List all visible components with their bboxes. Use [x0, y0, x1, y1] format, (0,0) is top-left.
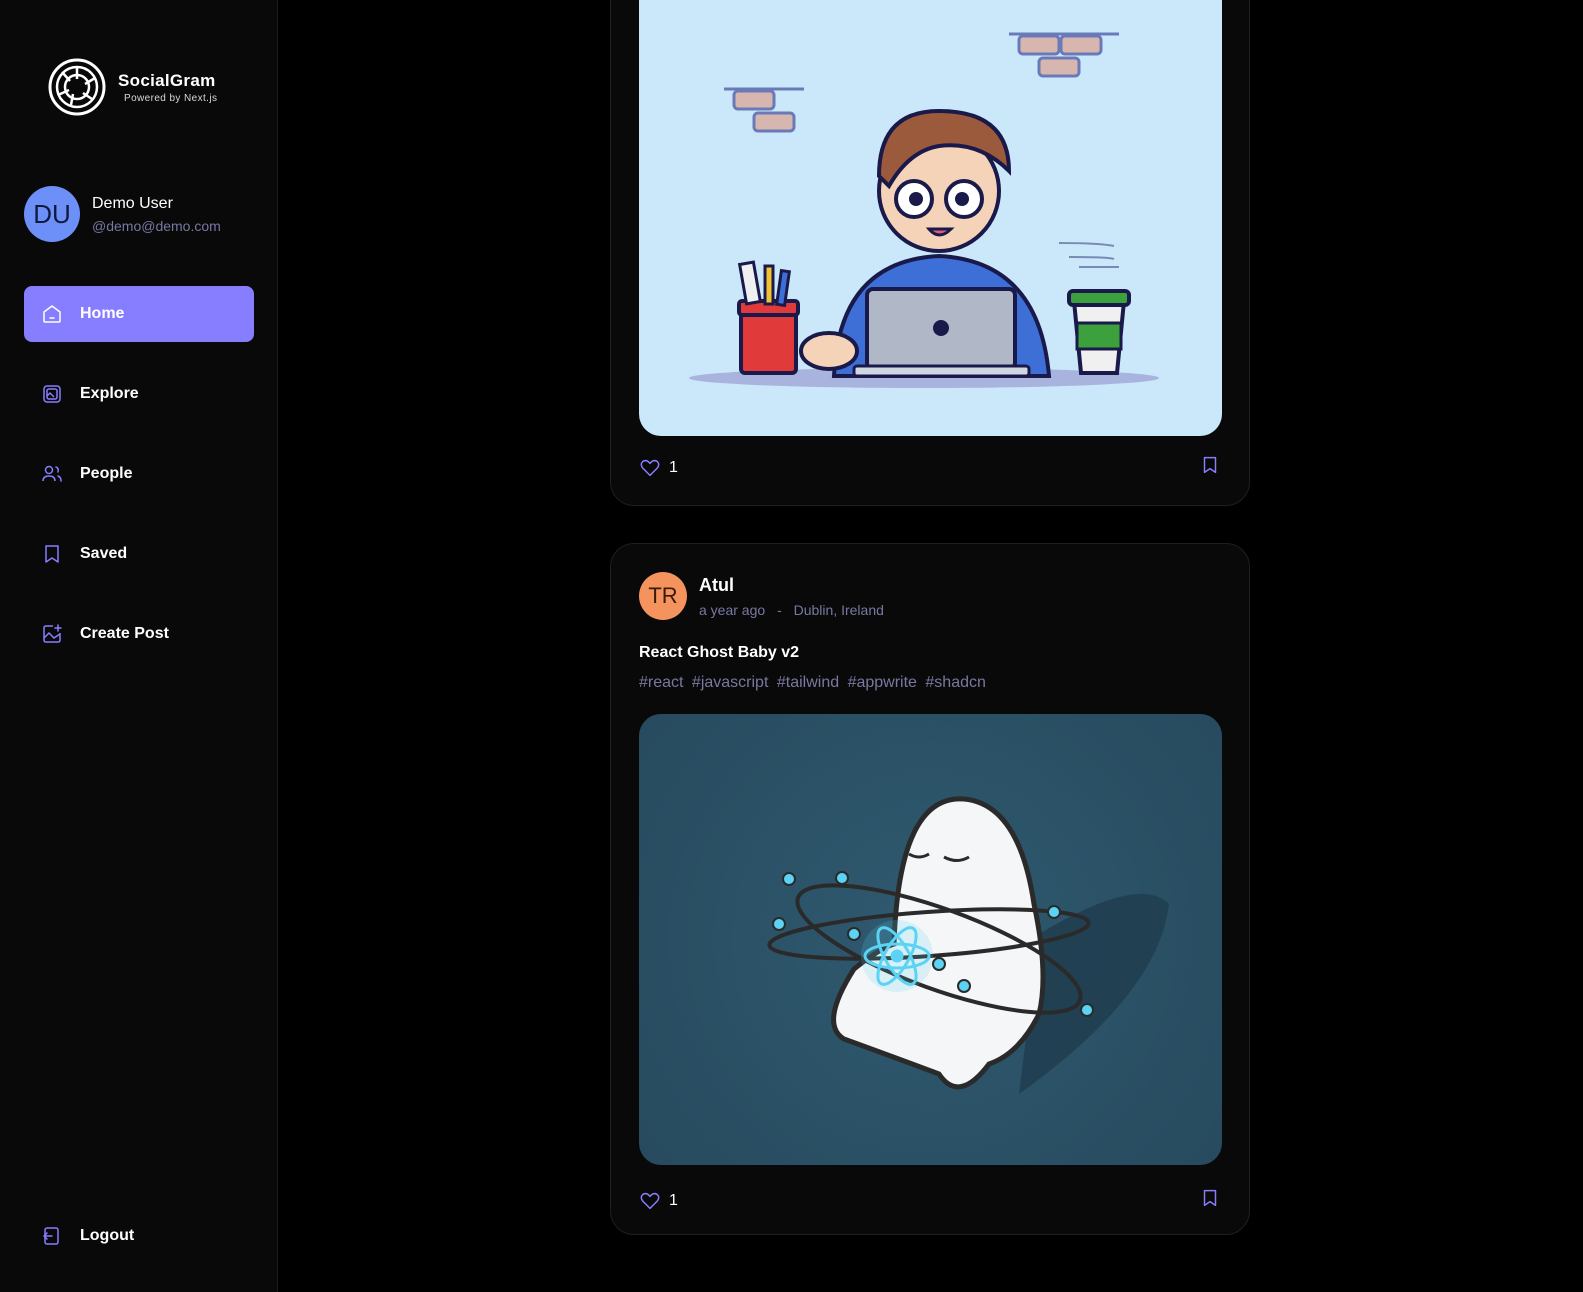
logout-label: Logout	[80, 1227, 135, 1244]
sidebar-item-label: People	[80, 465, 133, 482]
app-name: SocialGram	[118, 70, 216, 90]
sidebar-item-label: Home	[80, 305, 125, 322]
avatar: DU	[24, 186, 80, 242]
create-post-icon	[43, 624, 62, 643]
post-stats: 1	[639, 454, 1221, 481]
avatar: TR	[639, 572, 687, 620]
sidebar-item-label: Create Post	[80, 625, 169, 642]
bookmark-icon	[1203, 1189, 1217, 1207]
like-button[interactable]: 1	[639, 457, 678, 479]
people-icon	[42, 465, 62, 482]
post-tags: #react #javascript #tailwind #appwrite #…	[639, 674, 990, 692]
like-count: 1	[669, 1191, 678, 1209]
sidebar-item-create-post[interactable]: Create Post	[24, 606, 254, 662]
app-logo[interactable]: SocialGram Powered by Next.js	[48, 58, 217, 116]
logout-container: Logout	[24, 1208, 254, 1288]
sidebar-item-home[interactable]: Home	[24, 286, 254, 342]
developer-illustration-icon	[689, 32, 1159, 388]
app-tagline: Powered by Next.js	[124, 92, 218, 104]
post-image[interactable]	[639, 0, 1222, 436]
home-icon	[43, 305, 61, 323]
post-card: TR Atul a year ago - Dublin, Ireland Rea…	[610, 543, 1250, 1235]
logout-icon	[43, 1227, 59, 1245]
author-name: Atul	[699, 574, 734, 595]
post-stats: 1	[639, 1187, 1221, 1214]
sidebar-nav: Home Explore People Saved Create Post	[24, 286, 254, 686]
user-name: Demo User	[92, 194, 173, 212]
post-tag[interactable]: #shadcn	[925, 674, 986, 691]
post-tag[interactable]: #javascript	[692, 674, 768, 691]
post-author[interactable]: TR Atul a year ago - Dublin, Ireland	[639, 572, 892, 620]
post-time: a year ago	[699, 601, 766, 618]
explore-icon	[43, 385, 61, 403]
sidebar-item-explore[interactable]: Explore	[24, 366, 254, 422]
user-profile[interactable]: DU Demo User @demo@demo.com	[24, 186, 221, 242]
heart-icon	[640, 459, 660, 476]
sidebar-item-saved[interactable]: Saved	[24, 526, 254, 582]
logout-button[interactable]: Logout	[24, 1208, 254, 1264]
bookmark-icon	[45, 545, 59, 563]
post-location: Dublin, Ireland	[793, 601, 884, 618]
post-tag[interactable]: #tailwind	[777, 674, 839, 691]
sidebar-item-label: Explore	[80, 385, 139, 402]
react-ghost-illustration-icon	[767, 796, 1169, 1094]
bookmark-icon	[1203, 456, 1217, 474]
heart-icon	[640, 1192, 660, 1209]
save-button[interactable]	[1199, 1187, 1221, 1214]
post-caption: React Ghost Baby v2	[639, 644, 800, 661]
sidebar: SocialGram Powered by Next.js DU Demo Us…	[0, 0, 278, 1292]
post-tag[interactable]: #react	[639, 674, 683, 691]
sidebar-item-people[interactable]: People	[24, 446, 254, 502]
meta-separator: -	[777, 601, 782, 618]
user-handle: @demo@demo.com	[92, 217, 221, 234]
like-button[interactable]: 1	[639, 1190, 678, 1212]
post-meta: a year ago - Dublin, Ireland	[699, 602, 892, 618]
logo-icon	[48, 58, 106, 116]
post-card: 1	[610, 0, 1250, 506]
post-image[interactable]	[639, 714, 1222, 1165]
like-count: 1	[669, 458, 678, 476]
post-tag[interactable]: #appwrite	[848, 674, 917, 691]
save-button[interactable]	[1199, 454, 1221, 481]
sidebar-item-label: Saved	[80, 545, 128, 562]
